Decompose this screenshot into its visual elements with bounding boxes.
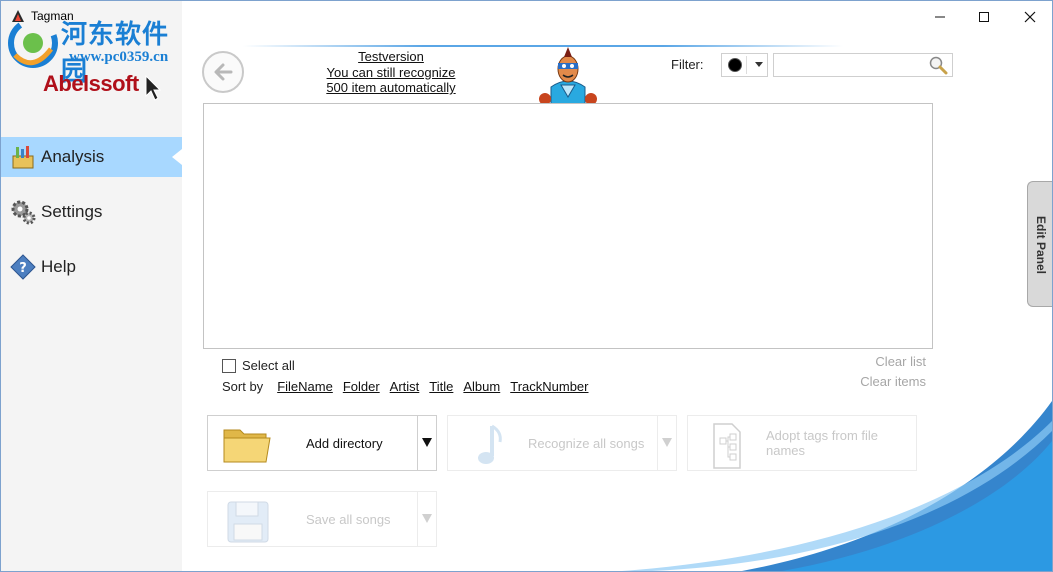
recognize-all-songs-button[interactable]: Recognize all songs (447, 415, 677, 471)
edit-panel-tab[interactable]: Edit Panel (1027, 181, 1052, 307)
sort-title-link[interactable]: Title (429, 379, 453, 394)
edit-panel-label: Edit Panel (1034, 216, 1048, 275)
recognize-limit-link[interactable]: You can still recognize (301, 65, 481, 81)
clear-list-link[interactable]: Clear list (875, 354, 926, 369)
search-box (773, 53, 953, 77)
close-button[interactable] (1015, 5, 1045, 29)
sidebar-item-help[interactable]: ? Help (1, 247, 182, 287)
sort-album-link[interactable]: Album (463, 379, 500, 394)
sort-tracknumber-link[interactable]: TrackNumber (510, 379, 588, 394)
music-note-icon (478, 424, 502, 464)
sidebar: Tagman 河东软件园 www.pc0359.cn Abelssoft Ana… (1, 1, 182, 571)
sort-artist-link[interactable]: Artist (390, 379, 420, 394)
superhero-mascot-icon (539, 47, 597, 107)
add-directory-dropdown[interactable] (418, 416, 436, 470)
back-button[interactable] (202, 51, 244, 93)
filter-separator (746, 56, 747, 74)
sort-by-label: Sort by (222, 379, 264, 394)
sidebar-item-label: Settings (41, 202, 103, 221)
minimize-button[interactable] (925, 5, 955, 29)
sidebar-item-label: Help (41, 257, 76, 276)
search-input[interactable] (778, 56, 930, 76)
analysis-tools-icon (9, 143, 37, 171)
add-directory-button[interactable]: Add directory (207, 415, 437, 471)
save-all-songs-button[interactable]: Save all songs (207, 491, 437, 547)
maximize-button[interactable] (969, 5, 999, 29)
maximize-icon (979, 12, 989, 22)
close-icon (1024, 11, 1036, 23)
sort-by-bar: Sort by FileName Folder Artist Title Alb… (222, 379, 589, 394)
dropdown-arrow-icon (422, 514, 432, 523)
watermark-logo-icon (8, 18, 58, 68)
save-dropdown[interactable] (418, 492, 436, 546)
sort-filename-link[interactable]: FileName (277, 379, 333, 394)
filter-dropdown[interactable] (721, 53, 768, 77)
clear-items-link[interactable]: Clear items (860, 374, 926, 389)
save-all-songs-label: Save all songs (306, 512, 391, 527)
dropdown-arrow-icon (422, 438, 432, 447)
watermark-url: www.pc0359.cn (69, 49, 169, 65)
app-window: Tagman 河东软件园 www.pc0359.cn Abelssoft Ana… (0, 0, 1053, 572)
back-arrow-icon (214, 63, 233, 81)
file-tree-icon (713, 423, 741, 469)
filter-label: Filter: (671, 57, 704, 72)
recognize-all-songs-label: Recognize all songs (528, 436, 645, 451)
add-directory-label: Add directory (306, 436, 383, 451)
adopt-tags-label-line1: Adopt tags from file (766, 428, 878, 443)
help-diamond-icon: ? (9, 253, 37, 281)
gears-icon (9, 198, 37, 226)
trial-notice: Testversion You can still recognize 500 … (301, 49, 481, 96)
cursor-arrow-icon (145, 75, 161, 101)
song-list[interactable] (203, 103, 933, 349)
adopt-tags-label: Adopt tags from file names (766, 428, 878, 458)
checkbox-box[interactable] (222, 358, 236, 373)
select-all-label: Select all (242, 358, 295, 373)
magnifier-icon[interactable] (928, 55, 948, 75)
folder-icon (223, 429, 271, 463)
recognize-dropdown[interactable] (658, 416, 676, 470)
dropdown-arrow-icon (662, 438, 672, 447)
adopt-tags-label-line2: names (766, 443, 806, 458)
svg-text:?: ? (19, 261, 27, 276)
minimize-icon (935, 16, 945, 18)
testversion-link[interactable]: Testversion (301, 49, 481, 65)
black-dot-icon (728, 58, 742, 72)
select-all-checkbox[interactable]: Select all (222, 358, 295, 373)
sidebar-item-settings[interactable]: Settings (1, 192, 182, 232)
chevron-down-icon (755, 62, 763, 67)
adopt-tags-button[interactable]: Adopt tags from file names (687, 415, 917, 471)
floppy-disk-icon (227, 501, 269, 543)
sidebar-item-label: Analysis (41, 147, 105, 166)
recognize-count-link[interactable]: 500 item automatically (301, 80, 481, 96)
sidebar-item-analysis[interactable]: Analysis (1, 137, 182, 177)
sort-folder-link[interactable]: Folder (343, 379, 380, 394)
abelssoft-logo: Abelssoft (43, 71, 139, 96)
